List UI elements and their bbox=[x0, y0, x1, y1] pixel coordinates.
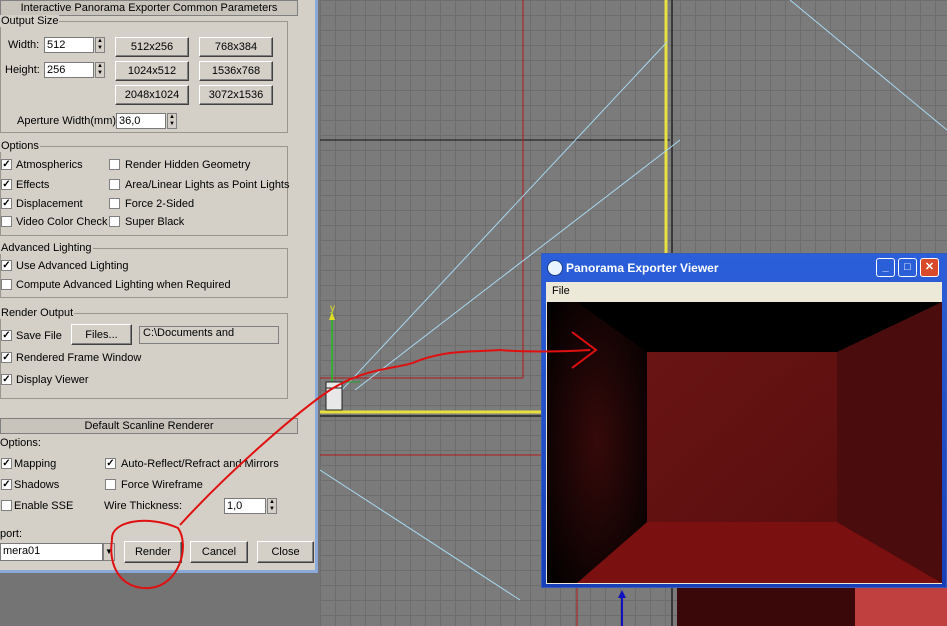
annotation-overlay bbox=[110, 331, 598, 590]
annotation-arrow-line bbox=[179, 348, 591, 526]
annotation-circle bbox=[110, 519, 184, 590]
